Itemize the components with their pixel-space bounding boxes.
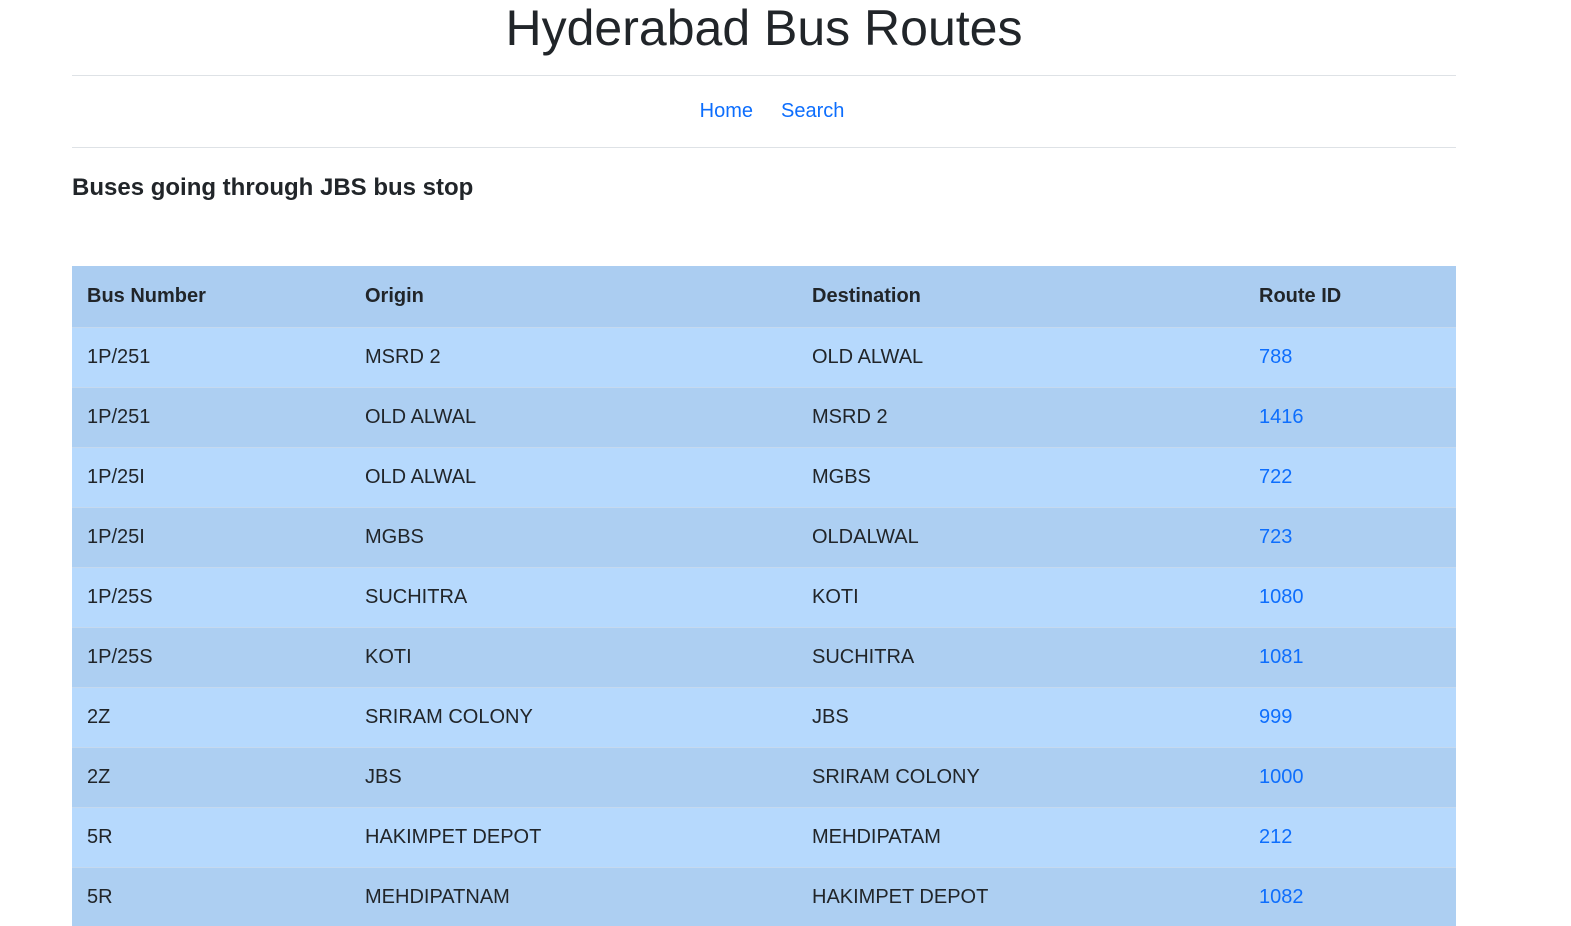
origin-cell: HAKIMPET DEPOT: [350, 807, 797, 868]
route-id-link[interactable]: 1080: [1259, 586, 1304, 608]
main-container: Hyderabad Bus Routes Home Search Buses g…: [72, 0, 1456, 926]
bus-number-cell: 5R: [72, 807, 350, 868]
table-row: 1P/251 MSRD 2 OLD ALWAL 788: [72, 327, 1456, 388]
destination-cell: MEHDIPATAM: [797, 807, 1244, 868]
destination-cell: MSRD 2: [797, 387, 1244, 448]
route-id-link[interactable]: 1081: [1259, 646, 1304, 668]
bus-number-cell: 2Z: [72, 747, 350, 808]
column-header-destination: Destination: [797, 266, 1244, 328]
bus-number-cell: 1P/25I: [72, 507, 350, 568]
route-id-link[interactable]: 999: [1259, 706, 1292, 728]
destination-cell: SRIRAM COLONY: [797, 747, 1244, 808]
table-header: Bus Number Origin Destination Route ID: [72, 266, 1456, 328]
bus-number-cell: 1P/251: [72, 387, 350, 448]
destination-cell: SUCHITRA: [797, 627, 1244, 688]
table-row: 1P/251 OLD ALWAL MSRD 2 1416: [72, 387, 1456, 448]
route-id-link[interactable]: 788: [1259, 346, 1292, 368]
origin-cell: OLD ALWAL: [350, 387, 797, 448]
origin-cell: MEHDIPATNAM: [350, 867, 797, 926]
section-heading: Buses going through JBS bus stop: [72, 174, 474, 201]
destination-cell: HAKIMPET DEPOT: [797, 867, 1244, 926]
route-id-cell: 722: [1244, 447, 1456, 508]
origin-cell: OLD ALWAL: [350, 447, 797, 508]
column-header-bus-number: Bus Number: [72, 266, 350, 328]
destination-cell: JBS: [797, 687, 1244, 748]
origin-cell: JBS: [350, 747, 797, 808]
origin-cell: MGBS: [350, 507, 797, 568]
route-id-cell: 999: [1244, 687, 1456, 748]
top-nav: Home Search: [72, 76, 1456, 148]
site-title: Hyderabad Bus Routes: [72, 0, 1456, 76]
table-row: 1P/25S KOTI SUCHITRA 1081: [72, 627, 1456, 688]
origin-cell: KOTI: [350, 627, 797, 688]
table-row: 1P/25S SUCHITRA KOTI 1080: [72, 567, 1456, 628]
bus-number-cell: 2Z: [72, 687, 350, 748]
nav-link-search[interactable]: Search: [781, 100, 844, 123]
table-row: 2Z JBS SRIRAM COLONY 1000: [72, 747, 1456, 808]
route-id-link[interactable]: 1082: [1259, 886, 1304, 908]
route-id-cell: 1081: [1244, 627, 1456, 688]
destination-cell: OLDALWAL: [797, 507, 1244, 568]
column-header-origin: Origin: [350, 266, 797, 328]
route-id-link[interactable]: 722: [1259, 466, 1292, 488]
bus-number-cell: 1P/251: [72, 327, 350, 388]
bus-number-cell: 1P/25S: [72, 627, 350, 688]
table-body: 1P/251 MSRD 2 OLD ALWAL 788 1P/251 OLD A…: [72, 327, 1456, 926]
bus-number-cell: 1P/25S: [72, 567, 350, 628]
route-id-link[interactable]: 212: [1259, 826, 1292, 848]
table-row: 2Z SRIRAM COLONY JBS 999: [72, 687, 1456, 748]
bus-number-cell: 5R: [72, 867, 350, 926]
nav-link-home[interactable]: Home: [700, 100, 753, 123]
table-row: 1P/25I OLD ALWAL MGBS 722: [72, 447, 1456, 508]
route-id-cell: 1416: [1244, 387, 1456, 448]
table-row: 5R MEHDIPATNAM HAKIMPET DEPOT 1082: [72, 867, 1456, 926]
route-id-cell: 723: [1244, 507, 1456, 568]
destination-cell: MGBS: [797, 447, 1244, 508]
destination-cell: KOTI: [797, 567, 1244, 628]
routes-table: Bus Number Origin Destination Route ID 1…: [72, 266, 1456, 926]
route-id-cell: 1000: [1244, 747, 1456, 808]
table-row: 5R HAKIMPET DEPOT MEHDIPATAM 212: [72, 807, 1456, 868]
route-id-link[interactable]: 1000: [1259, 766, 1304, 788]
route-id-cell: 1080: [1244, 567, 1456, 628]
origin-cell: MSRD 2: [350, 327, 797, 388]
table-header-row: Bus Number Origin Destination Route ID: [72, 266, 1456, 328]
route-id-link[interactable]: 1416: [1259, 406, 1304, 428]
table-row: 1P/25I MGBS OLDALWAL 723: [72, 507, 1456, 568]
page: Hyderabad Bus Routes Home Search Buses g…: [0, 0, 1571, 926]
route-id-cell: 788: [1244, 327, 1456, 388]
route-id-link[interactable]: 723: [1259, 526, 1292, 548]
origin-cell: SRIRAM COLONY: [350, 687, 797, 748]
destination-cell: OLD ALWAL: [797, 327, 1244, 388]
column-header-route-id: Route ID: [1244, 266, 1456, 328]
origin-cell: SUCHITRA: [350, 567, 797, 628]
route-id-cell: 1082: [1244, 867, 1456, 926]
bus-number-cell: 1P/25I: [72, 447, 350, 508]
route-id-cell: 212: [1244, 807, 1456, 868]
